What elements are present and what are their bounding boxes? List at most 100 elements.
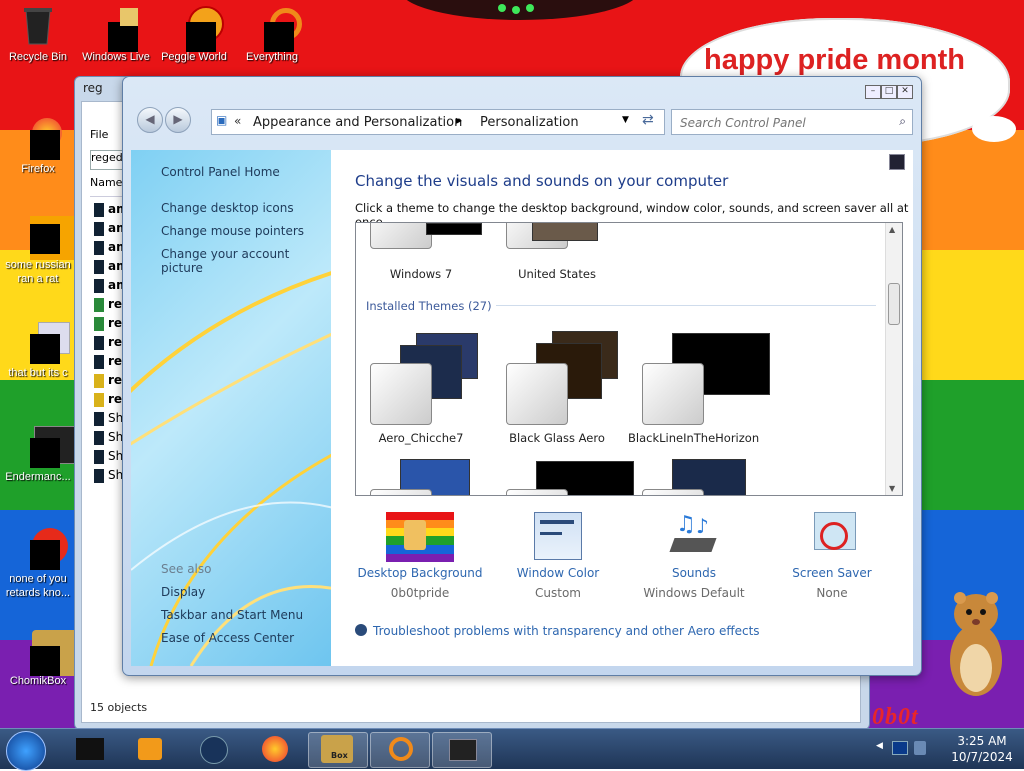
theme-preview (426, 223, 482, 235)
window-color-icon (524, 512, 592, 562)
firefox-icon (262, 736, 288, 762)
volume-icon[interactable] (914, 741, 926, 755)
desktop-icon-label: Peggle World (161, 51, 227, 63)
desktop-icon-peggle-world[interactable]: Peggle World (158, 6, 230, 64)
theme-list[interactable]: Windows 7 United States Installed Themes… (355, 222, 903, 496)
regedit-title: reg (83, 81, 103, 95)
see-also-heading: See also (161, 562, 212, 576)
taskbar-everything[interactable] (370, 732, 430, 768)
theme-preview-frame (370, 489, 432, 495)
theme-black-glass-aero[interactable]: Black Glass Aero (492, 323, 622, 445)
link-change-account-picture[interactable]: Change your account picture (161, 247, 331, 275)
desktop-background-label[interactable]: Desktop Background (355, 566, 485, 580)
theme-aero-chicche7[interactable]: Aero_Chicche7 (356, 323, 486, 445)
close-button[interactable]: ✕ (897, 85, 913, 99)
taskbar-firefox[interactable] (246, 732, 304, 766)
troubleshoot-icon (355, 624, 367, 636)
window-color-label[interactable]: Window Color (493, 566, 623, 580)
desktop-icon-endermanch[interactable]: Endermanc... (2, 426, 76, 484)
theme-preview-frame (370, 223, 432, 249)
scrollbar[interactable]: ▲ ▼ (885, 223, 902, 495)
troubleshoot-link[interactable]: Troubleshoot problems with transparency … (355, 624, 760, 638)
start-button[interactable] (6, 731, 46, 771)
peggle-icon (174, 6, 224, 52)
desktop-icon-rat[interactable]: some russian ran a rat (2, 214, 76, 286)
desktop-icon-chomikbox[interactable]: ChomikBox (2, 630, 78, 688)
dropdown-arrow-icon[interactable]: ▼ (622, 115, 629, 125)
scroll-up-icon[interactable]: ▲ (889, 225, 895, 234)
taskbar-media-player[interactable] (122, 732, 180, 766)
window-color-item[interactable]: Window Color Custom (493, 512, 623, 600)
forward-button[interactable]: ▶ (165, 107, 191, 133)
address-bar[interactable]: ▣ « Appearance and Personalization ▸ Per… (211, 109, 665, 135)
theme-windows-7[interactable]: Windows 7 (356, 223, 486, 281)
network-icon[interactable] (892, 741, 908, 755)
recycle-bin-icon (18, 6, 58, 46)
theme-partial-2[interactable] (492, 455, 634, 495)
taskbar-explorer[interactable] (184, 732, 242, 766)
desktop-icon-none-of-you[interactable]: none of you retards kno... (2, 528, 74, 600)
installed-themes-header: Installed Themes (27) (366, 299, 492, 313)
status-bar: 15 objects (90, 701, 148, 714)
banner-text: happy pride month (704, 44, 965, 76)
tray-arrow-icon[interactable]: ◀ (876, 741, 883, 751)
search-input[interactable] (678, 112, 882, 134)
back-arrow-icon: ◀ (145, 112, 155, 126)
link-change-mouse-pointers[interactable]: Change mouse pointers (161, 224, 304, 238)
desktop-icon-that[interactable]: that but its c (2, 322, 74, 380)
app-icon (76, 738, 104, 760)
theme-blacklineinthehorizon[interactable]: BlackLineInTheHorizon (628, 323, 770, 445)
theme-partial-3[interactable] (628, 455, 758, 495)
breadcrumb-separator-icon: ▸ (456, 113, 463, 127)
everything-search-icon (252, 6, 302, 52)
desktop-icon-label: ChomikBox (9, 675, 67, 687)
sounds-item[interactable]: ♫ ♪ Sounds Windows Default (629, 512, 759, 600)
theme-preview-frame (642, 489, 704, 495)
desktop-background-item[interactable]: Desktop Background 0b0tpride (355, 512, 485, 600)
theme-partial-1[interactable] (356, 455, 486, 495)
desktop-icon-everything[interactable]: Everything (236, 6, 308, 64)
link-display[interactable]: Display (161, 585, 205, 599)
screen-saver-item[interactable]: Screen Saver None (767, 512, 897, 600)
back-button[interactable]: ◀ (137, 107, 163, 133)
link-ease-of-access[interactable]: Ease of Access Center (161, 631, 294, 645)
refresh-icon[interactable]: ⇄ (642, 112, 654, 128)
taskbar-recycle[interactable] (62, 732, 120, 766)
theme-preview-frame (506, 363, 568, 425)
clock[interactable]: 3:25 AM 10/7/2024 (944, 733, 1020, 765)
help-icon[interactable] (889, 154, 905, 170)
search-box[interactable]: ⌕ (671, 109, 913, 135)
red-circle-icon (18, 528, 68, 570)
troubleshoot-label: Troubleshoot problems with transparency … (373, 624, 760, 638)
taskbar-chomikbox[interactable]: Box (308, 732, 368, 768)
theme-name: Windows 7 (389, 267, 453, 281)
theme-preview-frame (642, 363, 704, 425)
menu-file[interactable]: File (90, 128, 108, 141)
theme-united-states[interactable]: United States (492, 223, 622, 281)
clock-time: 3:25 AM (957, 734, 1007, 748)
desktop-icon-label: that but its c (8, 367, 68, 379)
control-panel-window[interactable]: – □ ✕ ◀ ▶ ▣ « Appearance and Personaliza… (122, 76, 922, 676)
desktop-icon-firefox[interactable]: Firefox (2, 118, 74, 176)
column-header-name[interactable]: Name (90, 176, 126, 197)
link-change-desktop-icons[interactable]: Change desktop icons (161, 201, 294, 215)
wallpaper-corner-text: 0b0t (872, 704, 919, 730)
main-content: Change the visuals and sounds on your co… (331, 150, 913, 666)
sounds-label[interactable]: Sounds (629, 566, 759, 580)
everything-search-icon (389, 737, 413, 761)
scroll-thumb[interactable] (888, 283, 900, 325)
search-icon[interactable]: ⌕ (899, 114, 906, 129)
minimize-button[interactable]: – (865, 85, 881, 99)
screen-saver-label[interactable]: Screen Saver (767, 566, 897, 580)
scroll-down-icon[interactable]: ▼ (889, 484, 895, 493)
breadcrumb-personalization[interactable]: Personalization (480, 115, 579, 130)
maximize-button[interactable]: □ (881, 85, 897, 99)
link-taskbar-start-menu[interactable]: Taskbar and Start Menu (161, 608, 303, 622)
desktop-icon-windows-live[interactable]: Windows Live (80, 6, 152, 64)
taskbar-control-panel[interactable] (432, 732, 492, 768)
breadcrumb-appearance[interactable]: Appearance and Personalization (253, 115, 462, 130)
desktop-icon-recycle-bin[interactable]: Recycle Bin (2, 6, 74, 64)
screen-saver-value: None (816, 586, 848, 600)
sounds-icon: ♫ ♪ (660, 512, 728, 562)
link-control-panel-home[interactable]: Control Panel Home (161, 165, 280, 179)
